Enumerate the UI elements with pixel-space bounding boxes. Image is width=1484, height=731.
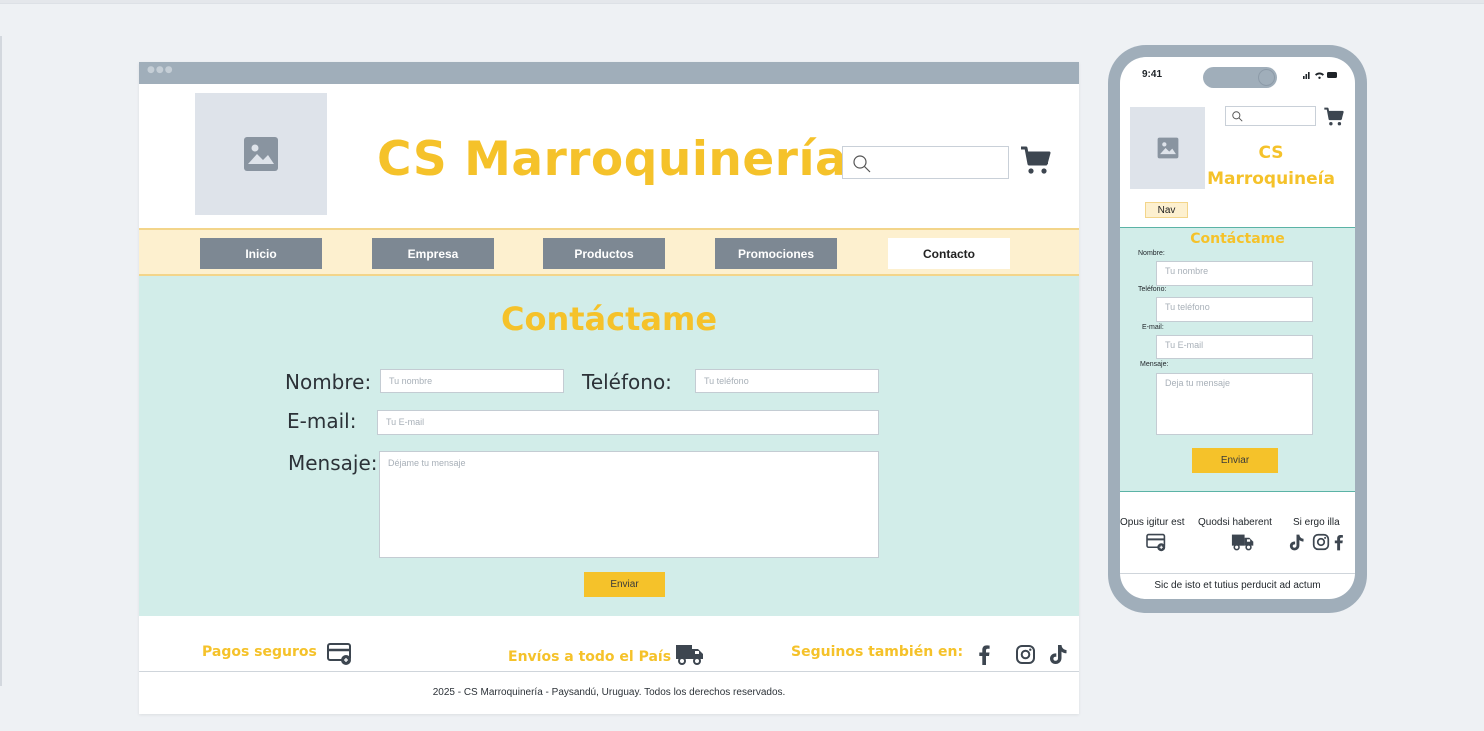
copyright-text: 2025 - CS Marroquinería - Paysandú, Urug…: [432, 687, 786, 698]
credit-card-icon: [327, 643, 351, 665]
nav-contacto[interactable]: Contacto: [888, 238, 1010, 269]
form-title: Contáctame: [500, 300, 718, 338]
contact-section: Contáctame Nombre: Tu nombre Teléfono: T…: [139, 276, 1079, 616]
browser-bar: ●●●: [139, 62, 1079, 84]
mobile-brand-line1: CS: [1258, 143, 1284, 163]
phone-field[interactable]: Tu teléfono: [695, 369, 879, 393]
nav-productos[interactable]: Productos: [543, 238, 665, 269]
mobile-brand-line2: Marroquineía: [1207, 169, 1335, 189]
mobile-footer-col3: Si ergo illa: [1293, 517, 1340, 528]
mobile-message-label: Mensaje:: [1140, 361, 1169, 368]
status-icons: [1303, 70, 1339, 82]
mobile-form-title: Contáctame: [1190, 231, 1285, 247]
camera-icon: [1258, 69, 1275, 86]
signal-icon: [1303, 72, 1337, 79]
mobile-name-field[interactable]: Tu nombre: [1156, 261, 1313, 286]
mobile-footer-col1: Opus igitur est: [1120, 517, 1185, 528]
mobile-logo-placeholder: [1130, 107, 1205, 189]
truck-icon: [676, 645, 703, 665]
brand-title: CS Marroquinería: [377, 132, 848, 187]
nav-inicio[interactable]: Inicio: [200, 238, 322, 269]
left-edge: [0, 36, 2, 686]
status-time: 9:41: [1142, 69, 1163, 80]
mobile-search-input[interactable]: [1225, 106, 1316, 126]
tiktok-icon[interactable]: [1288, 533, 1305, 552]
instagram-icon[interactable]: [1312, 533, 1330, 551]
window-dots-icon: ●●●: [147, 65, 174, 75]
phone-label: Teléfono:: [582, 370, 672, 394]
tiktok-icon[interactable]: [1048, 643, 1068, 666]
desktop-mockup: ●●● CS Marroquinería Inicio Empresa Prod…: [139, 62, 1079, 714]
message-field[interactable]: Déjame tu mensaje: [379, 451, 879, 558]
send-button[interactable]: Enviar: [584, 572, 665, 597]
name-label: Nombre:: [285, 370, 372, 394]
mobile-phone-field[interactable]: Tu teléfono: [1156, 297, 1313, 322]
mobile-footer-bottom: Sic de isto et tutius perducit ad actum: [1154, 580, 1321, 591]
shipping-text: Envíos a todo el País: [508, 649, 672, 665]
mobile-email-label: E-mail:: [1142, 324, 1164, 331]
credit-card-icon: [1146, 533, 1166, 552]
nav-empresa[interactable]: Empresa: [372, 238, 494, 269]
top-border: [0, 0, 1484, 4]
main-nav: Inicio Empresa Productos Promociones Con…: [139, 228, 1079, 276]
mobile-screen: 9:41 CS Marroquineía Nav Contáctame Nomb…: [1120, 57, 1355, 599]
cart-icon[interactable]: [1019, 144, 1051, 176]
mobile-footer-col2: Quodsi haberent: [1198, 517, 1272, 528]
facebook-icon[interactable]: [1333, 533, 1344, 552]
email-field[interactable]: Tu E-mail: [377, 410, 879, 435]
image-placeholder-icon: [244, 137, 278, 171]
social-text: Seguinos también en:: [791, 644, 964, 660]
mobile-phone-label: Teléfono:: [1138, 286, 1167, 293]
name-field[interactable]: Tu nombre: [380, 369, 564, 393]
mobile-send-button[interactable]: Enviar: [1192, 448, 1278, 473]
mobile-email-field[interactable]: Tu E-mail: [1156, 335, 1313, 359]
message-label: Mensaje:: [288, 451, 378, 475]
search-icon: [1232, 111, 1243, 122]
search-input[interactable]: [842, 146, 1009, 179]
dynamic-island: [1203, 67, 1277, 88]
mobile-mockup: 9:41 CS Marroquineía Nav Contáctame Nomb…: [1108, 45, 1367, 613]
mobile-brand-title: CS Marroquineía: [1206, 140, 1336, 192]
image-placeholder-icon: [1157, 137, 1178, 159]
search-icon: [853, 155, 871, 173]
mobile-message-field[interactable]: Deja tu mensaje: [1156, 373, 1313, 435]
mobile-footer-divider: [1120, 573, 1355, 574]
logo-placeholder: [195, 93, 327, 215]
truck-icon: [1231, 534, 1254, 551]
mobile-contact-section: Contáctame Nombre: Tu nombre Teléfono: T…: [1120, 227, 1355, 492]
footer-features: Pagos seguros Envíos a todo el País Segu…: [139, 616, 1079, 672]
mobile-cart-icon[interactable]: [1323, 106, 1344, 127]
mobile-nav-button[interactable]: Nav: [1145, 202, 1188, 218]
nav-promociones[interactable]: Promociones: [715, 238, 837, 269]
email-label: E-mail:: [287, 409, 357, 433]
instagram-icon[interactable]: [1015, 644, 1036, 665]
payments-text: Pagos seguros: [202, 644, 317, 660]
mobile-name-label: Nombre:: [1138, 250, 1165, 257]
facebook-icon[interactable]: [977, 644, 991, 666]
